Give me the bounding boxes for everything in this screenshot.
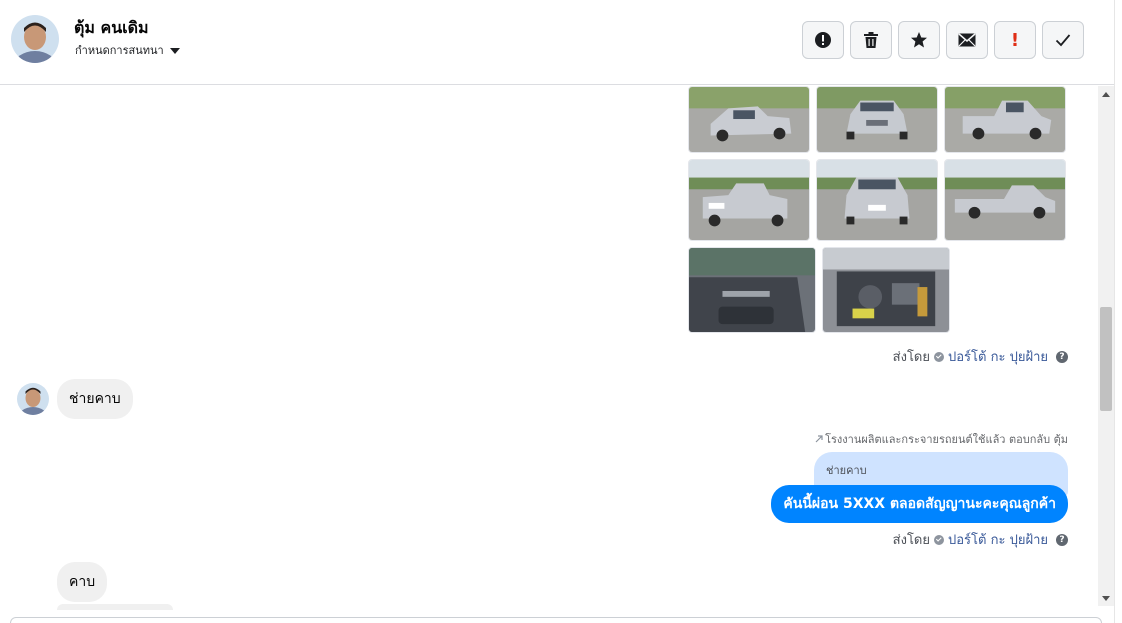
- message-composer[interactable]: [10, 617, 1102, 623]
- sent-by-label: ส่งโดย: [892, 533, 930, 548]
- help-icon[interactable]: ?: [1056, 350, 1068, 363]
- car-photo[interactable]: [816, 159, 938, 241]
- car-photo[interactable]: [816, 86, 938, 153]
- contact-avatar[interactable]: [11, 15, 59, 63]
- caret-down-icon: [169, 47, 180, 54]
- reply-context: โรงงานผลิตและกระจายรถยนต์ใช้แล้ว ตอบกลับ…: [815, 430, 1068, 448]
- mark-spam-button[interactable]: [802, 21, 844, 59]
- car-photo[interactable]: [944, 86, 1066, 153]
- exclamation-icon: !: [1010, 29, 1020, 51]
- delete-button[interactable]: [850, 21, 892, 59]
- help-icon[interactable]: ?: [1056, 533, 1068, 546]
- conversation-scrollbar[interactable]: [1098, 86, 1114, 606]
- car-photo[interactable]: [688, 86, 810, 153]
- envelope-icon: [958, 33, 976, 47]
- scroll-up-arrow-icon[interactable]: [1098, 88, 1114, 100]
- car-photo[interactable]: [822, 247, 950, 333]
- conversation-header: ตุ้ม คนเดิม กำหนดการสนทนา !: [0, 0, 1114, 85]
- incoming-message[interactable]: คาบ: [57, 562, 108, 602]
- quoted-message-text: ช่ายคาบ: [826, 464, 867, 477]
- contact-name[interactable]: ตุ้ม คนเดิม: [74, 16, 149, 41]
- conversation-toolbar: !: [802, 21, 1084, 59]
- alert-circle-icon: [814, 31, 832, 49]
- incoming-message[interactable]: ช่ายคาบ: [57, 379, 133, 419]
- photos-sent-by: ส่งโดย ปอร์โต้ กะ ปุยฝ้าย ?: [893, 346, 1068, 367]
- scroll-down-arrow-icon[interactable]: [1098, 592, 1114, 604]
- inbox-conversation-view: ตุ้ม คนเดิม กำหนดการสนทนา ! ส่งโดย ปอร์โ…: [0, 0, 1122, 623]
- sent-by-label: ส่งโดย: [892, 350, 930, 365]
- star-icon: [910, 31, 928, 49]
- reply-context-text: โรงงานผลิตและกระจายรถยนต์ใช้แล้ว ตอบกลับ…: [825, 433, 1068, 446]
- outgoing-message[interactable]: คันนี้ผ่อน 5XXX ตลอดสัญญานะคะคุณลูกค้า: [771, 485, 1068, 523]
- star-button[interactable]: [898, 21, 940, 59]
- mark-done-button[interactable]: [1042, 21, 1084, 59]
- checkmark-icon: [1055, 33, 1071, 47]
- car-photo[interactable]: [944, 159, 1066, 241]
- contact-avatar-small[interactable]: [17, 383, 49, 415]
- outgoing-sent-by: ส่งโดย ปอร์โต้ กะ ปุยฝ้าย ?: [893, 529, 1068, 550]
- follow-up-button[interactable]: !: [994, 21, 1036, 59]
- verified-check-icon: [934, 351, 944, 362]
- reply-arrow-icon: [815, 433, 823, 446]
- trash-icon: [863, 31, 879, 49]
- sender-name[interactable]: ปอร์โต้ กะ ปุยฝ้าย: [948, 346, 1048, 367]
- car-photo[interactable]: [688, 159, 810, 241]
- scrollbar-thumb[interactable]: [1100, 307, 1112, 411]
- assign-conversation-label: กำหนดการสนทนา: [75, 44, 164, 57]
- window-edge: [1114, 0, 1122, 623]
- verified-check-icon: [934, 534, 944, 545]
- mark-unread-button[interactable]: [946, 21, 988, 59]
- incoming-message-partial: [57, 604, 173, 610]
- car-photo[interactable]: [688, 247, 816, 333]
- assign-conversation-dropdown[interactable]: กำหนดการสนทนา: [75, 41, 180, 59]
- sender-name[interactable]: ปอร์โต้ กะ ปุยฝ้าย: [948, 529, 1048, 550]
